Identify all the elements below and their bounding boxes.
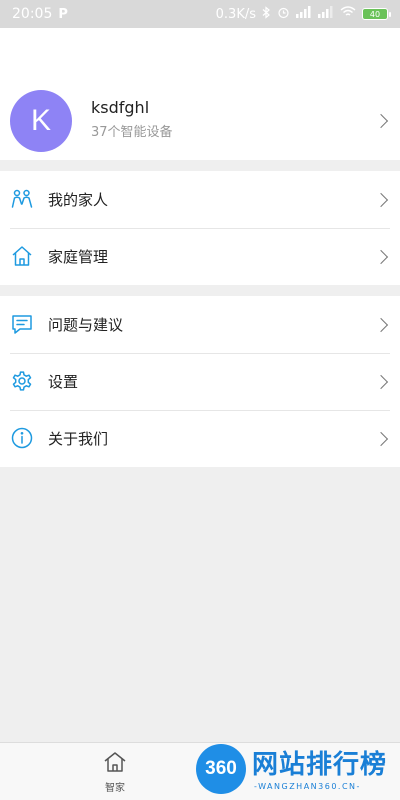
header-area <box>0 28 400 90</box>
info-icon <box>11 427 33 449</box>
menu-label-about: 关于我们 <box>48 430 109 448</box>
avatar[interactable]: K <box>10 90 72 152</box>
menu-item-home-management[interactable]: 家庭管理 <box>0 228 400 285</box>
status-time: 20:05 <box>12 6 53 22</box>
chevron-right-icon <box>373 192 389 208</box>
menu-label-my-family: 我的家人 <box>48 191 109 209</box>
family-icon <box>11 188 33 210</box>
tab-home-label: 智家 <box>105 783 125 794</box>
battery-icon: 40 <box>362 8 391 20</box>
chevron-right-icon <box>373 249 389 265</box>
signal-icon <box>296 6 312 22</box>
bluetooth-icon <box>262 5 271 23</box>
chevron-right-icon <box>373 374 389 390</box>
menu-group-general: 问题与建议 设置 关于我们 <box>0 296 400 467</box>
watermark-overlay: 360 网站排行榜 -WANGZHAN360.CN- <box>190 738 400 800</box>
watermark-subtitle: -WANGZHAN360.CN- <box>254 782 361 791</box>
menu-label-settings: 设置 <box>48 373 79 391</box>
tab-home[interactable]: 智家 <box>98 751 132 794</box>
settings-icon <box>11 370 33 392</box>
menu-label-home-management: 家庭管理 <box>48 248 109 266</box>
device-count: 37个智能设备 <box>91 125 173 140</box>
menu-item-my-family[interactable]: 我的家人 <box>0 171 400 228</box>
menu-item-about[interactable]: 关于我们 <box>0 410 400 467</box>
watermark-title: 网站排行榜 <box>252 750 388 780</box>
profile-card[interactable]: K ksdfghl 37个智能设备 <box>0 90 400 160</box>
app-notification-icon: P <box>58 6 68 22</box>
watermark-logo: 360 <box>196 744 246 794</box>
chevron-right-icon <box>373 113 389 129</box>
menu-item-settings[interactable]: 设置 <box>0 353 400 410</box>
alarm-icon <box>277 6 290 23</box>
status-bar: 20:05 P 0.3K/s 40 <box>0 0 400 28</box>
signal-icon-2 <box>318 6 334 22</box>
menu-group-family: 我的家人 家庭管理 <box>0 171 400 285</box>
feedback-icon <box>11 313 33 335</box>
home-icon <box>11 245 33 267</box>
home-tab-icon <box>103 751 127 777</box>
network-speed: 0.3K/s <box>215 6 256 22</box>
chevron-right-icon <box>373 317 389 333</box>
profile-name: ksdfghl <box>91 98 150 117</box>
menu-item-feedback[interactable]: 问题与建议 <box>0 296 400 353</box>
chevron-right-icon <box>373 431 389 447</box>
menu-label-feedback: 问题与建议 <box>48 316 124 334</box>
wifi-icon <box>340 6 356 22</box>
